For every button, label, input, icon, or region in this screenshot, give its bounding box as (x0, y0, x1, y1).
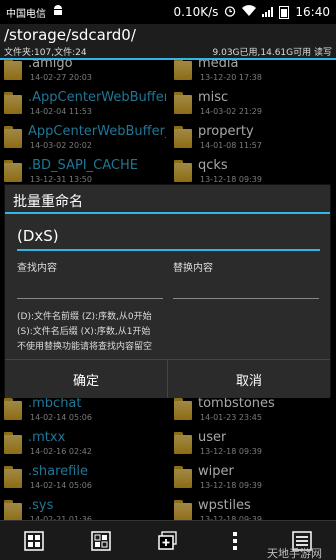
hint-suffix: (S):文件名后缀 (X):序数,从1开始 (17, 327, 151, 337)
select-all-icon[interactable] (12, 523, 56, 559)
hint-replace: 不使用替换功能请将查找内容留空 (17, 342, 153, 352)
dialog-title-divider (5, 212, 330, 214)
path-header: /storage/sdcard0/ 文件夹:107,文件:24 9.03G已用,… (0, 24, 336, 60)
current-path[interactable]: /storage/sdcard0/ (4, 26, 136, 44)
add-window-icon[interactable] (146, 523, 190, 559)
find-underline (17, 298, 163, 299)
cancel-button[interactable]: 取消 (167, 360, 330, 398)
signal-icon (262, 7, 274, 17)
dialog-title: 批量重命名 (13, 194, 83, 210)
find-input[interactable] (17, 275, 163, 297)
more-menu-icon[interactable] (213, 523, 257, 559)
find-label: 查找内容 (17, 263, 57, 274)
clock: 16:40 (295, 5, 330, 19)
rename-pattern-field[interactable] (17, 225, 320, 251)
watermark: 天地手游网 (267, 547, 322, 560)
find-field[interactable] (17, 275, 163, 299)
network-speed: 0.10K/s (173, 5, 219, 19)
storage-info: 9.03G已用,14.61G可用 读写 (212, 48, 332, 58)
batch-rename-dialog: 批量重命名 查找内容 替换内容 (D):文件名前缀 (Z):序数,从0开始 (S… (4, 184, 331, 398)
ok-button[interactable]: 确定 (5, 360, 167, 398)
android-icon (52, 5, 64, 19)
alarm-icon (224, 5, 236, 20)
carrier-label: 中国电信 (6, 8, 46, 20)
replace-field[interactable] (173, 275, 319, 299)
pattern-underline (17, 249, 320, 251)
dialog-button-row: 确定 取消 (5, 359, 330, 398)
item-count: 文件夹:107,文件:24 (4, 48, 87, 58)
replace-label: 替换内容 (173, 263, 213, 274)
wifi-icon (242, 5, 257, 19)
hint-prefix: (D):文件名前缀 (Z):序数,从0开始 (17, 312, 152, 322)
battery-icon (279, 5, 290, 19)
replace-underline (173, 298, 319, 299)
status-bar: 中国电信 0.10K/s 16:40 (0, 0, 336, 24)
multi-select-icon[interactable] (79, 523, 123, 559)
rename-pattern-input[interactable] (17, 225, 320, 247)
replace-input[interactable] (173, 275, 319, 297)
